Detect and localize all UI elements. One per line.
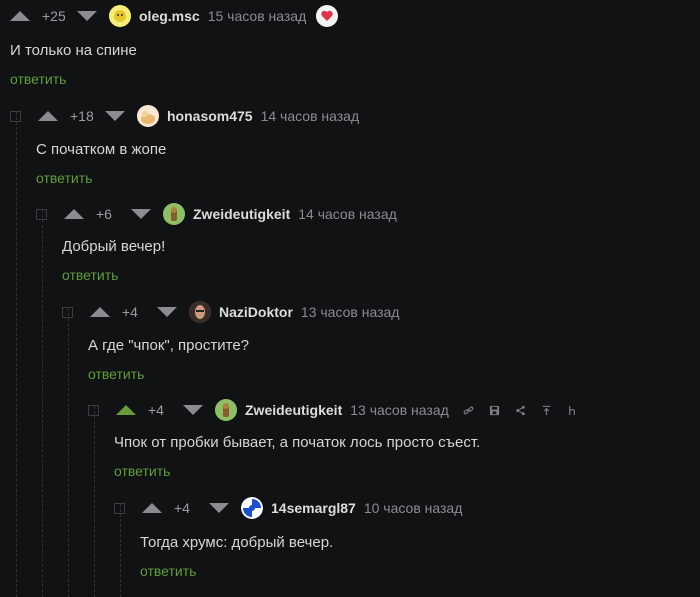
reply-link[interactable]: ответить (36, 170, 92, 186)
share-icon[interactable] (515, 405, 527, 416)
comment-rating: +4 (174, 500, 190, 516)
avatar[interactable] (215, 399, 237, 421)
thread-line (68, 308, 69, 597)
avatar[interactable] (137, 105, 159, 127)
username[interactable]: NaziDoktor (219, 304, 293, 320)
comment-rating: +6 (96, 206, 112, 222)
comment-header: +25 oleg.msc 15 часов назад (10, 0, 339, 32)
avatar[interactable] (163, 203, 185, 225)
comment-rating: +25 (42, 8, 66, 24)
avatar[interactable] (241, 497, 263, 519)
username[interactable]: honasom475 (167, 108, 253, 124)
comment-time[interactable]: 10 часов назад (364, 500, 463, 516)
comment-text: Добрый вечер! (62, 238, 166, 255)
downvote-icon[interactable] (77, 11, 97, 21)
comment-text: С початком в жопе (36, 141, 167, 158)
collapse-toggle[interactable] (88, 404, 99, 416)
collapse-toggle[interactable] (36, 208, 47, 220)
upvote-icon[interactable] (142, 503, 162, 513)
reply-link[interactable]: ответить (114, 463, 170, 479)
downvote-icon[interactable] (131, 209, 151, 219)
comment-tools (463, 405, 579, 416)
save-icon[interactable] (489, 405, 501, 416)
downvote-icon[interactable] (183, 405, 203, 415)
link-icon[interactable] (463, 405, 475, 416)
comment-header: +4 14semargl87 10 часов назад (114, 492, 462, 524)
downvote-icon[interactable] (105, 111, 125, 121)
upvote-icon[interactable] (38, 111, 58, 121)
upvote-icon[interactable] (64, 209, 84, 219)
upvote-icon[interactable] (10, 11, 30, 21)
username[interactable]: 14semargl87 (271, 500, 356, 516)
heart-icon (316, 5, 339, 27)
reply-link[interactable]: ответить (88, 366, 144, 382)
comment-text: И только на спине (10, 42, 137, 59)
comment-header: +4 NaziDoktor 13 часов назад (62, 296, 399, 328)
comment-header: +6 Zweideutigkeit 14 часов назад (36, 198, 397, 230)
avatar[interactable] (109, 5, 131, 27)
comment-header: +4 Zweideutigkeit 13 часов назад (88, 394, 579, 426)
downvote-icon[interactable] (157, 307, 177, 317)
thread-line (94, 406, 95, 597)
comment-header: +18 honasom475 14 часов назад (10, 100, 359, 132)
comment-time[interactable]: 13 часов назад (350, 402, 449, 418)
comment-time[interactable]: 14 часов назад (298, 206, 397, 222)
username[interactable]: Zweideutigkeit (245, 402, 342, 418)
upvote-icon[interactable] (116, 405, 136, 415)
upvote-icon[interactable] (90, 307, 110, 317)
comment-rating: +4 (122, 304, 138, 320)
comment-time[interactable]: 13 часов назад (301, 304, 400, 320)
collapse-toggle[interactable] (62, 306, 73, 318)
thread-line (42, 210, 43, 597)
comment-text: Чпок от пробки бывает, а початок лось пр… (114, 434, 481, 451)
reply-link[interactable]: ответить (140, 563, 196, 579)
collapse-toggle[interactable] (10, 110, 21, 122)
comment-text: А где "чпок", простите? (88, 337, 250, 354)
reply-link[interactable]: ответить (10, 71, 66, 87)
comment-time[interactable]: 14 часов назад (261, 108, 360, 124)
downvote-icon[interactable] (209, 503, 229, 513)
comment-text: Тогда хрумс: добрый вечер. (140, 534, 334, 551)
comment-rating: +4 (148, 402, 164, 418)
collapse-toggle[interactable] (114, 502, 125, 514)
avatar[interactable] (189, 301, 211, 323)
thread-line (16, 112, 17, 597)
comment-rating: +18 (70, 108, 94, 124)
go-to-parent-icon[interactable] (541, 405, 553, 416)
reply-link[interactable]: ответить (62, 267, 118, 283)
comment-time[interactable]: 15 часов назад (208, 8, 307, 24)
more-icon[interactable] (567, 405, 579, 416)
username[interactable]: oleg.msc (139, 8, 200, 24)
username[interactable]: Zweideutigkeit (193, 206, 290, 222)
